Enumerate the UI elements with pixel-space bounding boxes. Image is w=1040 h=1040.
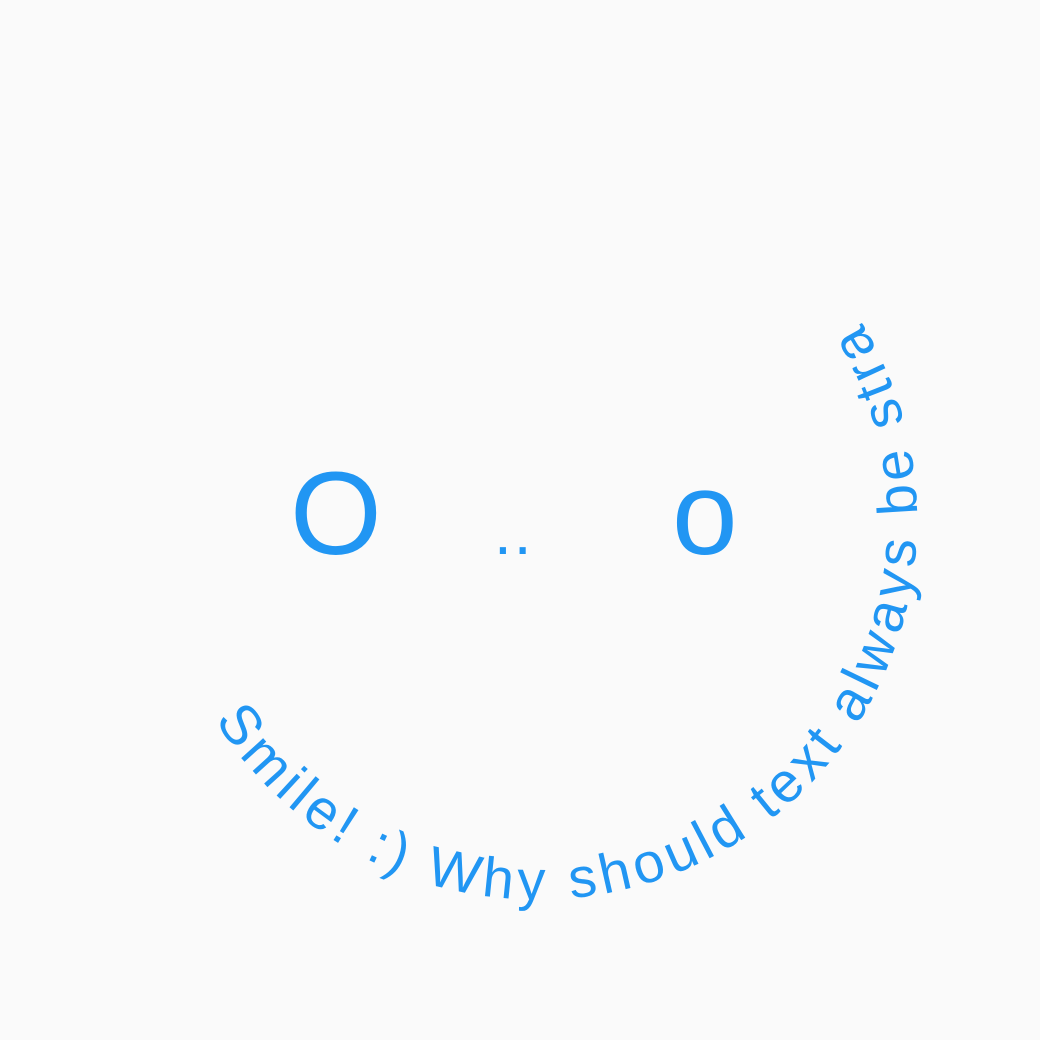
smiley-face-canvas: O .. o Smile! :) Why should text always … [0,0,1040,1040]
smile-curved-text: Smile! :) Why should text always be stra… [0,0,929,912]
smile-text-path: Smile! :) Why should text always be stra… [0,0,924,912]
smile-arc: Smile! :) Why should text always be stra… [0,0,929,912]
